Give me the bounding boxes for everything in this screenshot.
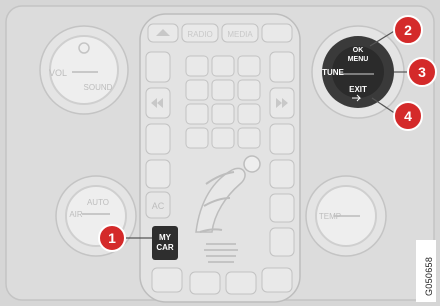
- keypad-key-0[interactable]: [211, 127, 235, 149]
- tune-knob[interactable]: OK MENU TUNE EXIT: [311, 25, 405, 119]
- callout-1-number: 1: [108, 230, 116, 246]
- fan-left-button[interactable]: [145, 159, 171, 189]
- tel-button[interactable]: [261, 23, 293, 43]
- menu-label: MENU: [348, 56, 369, 63]
- air-label: AIR: [69, 210, 83, 219]
- keypad-key-hash[interactable]: [237, 127, 261, 149]
- keypad-key-7[interactable]: [185, 103, 209, 125]
- auto-label: AUTO: [87, 198, 109, 207]
- center-bottom-row: [151, 267, 257, 295]
- tune-label: TUNE: [322, 68, 344, 77]
- control-panel-illustration: RADIO MEDIA AC MY CAR VOL SOUND OK MENU …: [0, 0, 440, 306]
- bottom-right-button[interactable]: [225, 271, 257, 295]
- media-button-label: MEDIA: [227, 30, 253, 39]
- bottom-left-button[interactable]: [189, 271, 221, 295]
- keypad-key-5[interactable]: [211, 79, 235, 101]
- ok-label: OK: [353, 47, 364, 54]
- callout-3-number: 3: [418, 64, 426, 80]
- recirc-button[interactable]: [269, 193, 295, 223]
- head-icon: [243, 155, 261, 173]
- keypad-key-3[interactable]: [237, 55, 261, 77]
- right-temp-knob[interactable]: TEMP: [305, 175, 387, 257]
- keypad-key-1[interactable]: [185, 55, 209, 77]
- heater-button[interactable]: [269, 123, 295, 155]
- vol-label: VOL: [49, 68, 67, 78]
- sound-label: SOUND: [84, 83, 113, 92]
- exit-label: EXIT: [349, 85, 367, 94]
- keypad-key-2[interactable]: [211, 55, 235, 77]
- temp-label: TEMP: [319, 212, 341, 221]
- rear-defrost-button[interactable]: [269, 159, 295, 189]
- callout-2-number: 2: [404, 22, 412, 38]
- callout-4-number: 4: [404, 108, 412, 124]
- seat-heat-right-button[interactable]: [261, 267, 293, 293]
- my-car-label-line1: MY: [159, 233, 172, 242]
- radio-button-label: RADIO: [187, 30, 212, 39]
- front-defrost-button[interactable]: [269, 227, 295, 257]
- fav-button[interactable]: [145, 51, 171, 83]
- ac-button-label: AC: [152, 201, 165, 211]
- keypad-key-4[interactable]: [185, 79, 209, 101]
- keypad-key-8[interactable]: [211, 103, 235, 125]
- info-button[interactable]: [145, 123, 171, 155]
- volume-knob[interactable]: VOL SOUND: [39, 25, 129, 115]
- my-car-label-line2: CAR: [156, 243, 174, 252]
- seat-heat-left-button[interactable]: [151, 267, 183, 293]
- keypad-key-6[interactable]: [237, 79, 261, 101]
- keypad-key-star[interactable]: [185, 127, 209, 149]
- camera-button[interactable]: [269, 51, 295, 83]
- keypad-key-9[interactable]: [237, 103, 261, 125]
- figure-id: G050658: [424, 256, 434, 296]
